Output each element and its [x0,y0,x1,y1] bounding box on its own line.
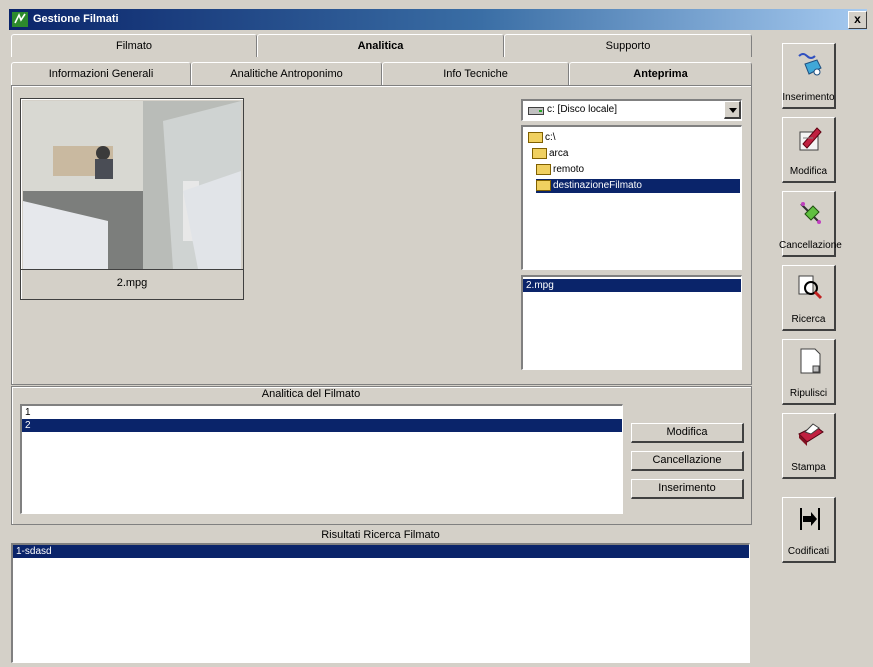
codify-icon [800,508,820,530]
title-bar: Gestione Filmati x [9,9,867,30]
modifica-button[interactable]: Modifica [782,117,836,183]
analitica-title: Analitica del Filmato [261,388,361,400]
file-list[interactable]: 2.mpg [521,275,742,370]
printer-icon [798,423,824,446]
app-icon [12,12,28,27]
analitica-cancellazione-button[interactable]: Cancellazione [631,451,744,471]
edit-icon [799,127,822,151]
window-title: Gestione Filmati [33,13,119,25]
ricerca-button[interactable]: Ricerca [782,265,836,331]
search-icon [798,275,823,300]
preview-file-label: 2.mpg [116,277,148,289]
cancellazione-button[interactable]: Cancellazione [779,191,842,257]
tab-analitiche-antroponimo[interactable]: Analitiche Antroponimo [191,62,382,85]
analitica-list[interactable]: 1 2 [20,404,623,514]
risultati-list[interactable]: 1-sdasd [11,543,750,663]
tab-info-tecniche[interactable]: Info Tecniche [382,62,569,85]
folder-open-icon [536,163,551,175]
drive-select-value: c: [Disco locale] [547,104,618,115]
folder-item-selected[interactable]: destinazioneFilmato [536,179,740,193]
list-item[interactable]: 1 [22,406,622,419]
folder-open-icon [528,131,543,143]
delete-icon [800,202,821,224]
clear-icon [800,348,821,374]
drive-icon [528,107,544,115]
video-thumbnail[interactable] [23,101,241,269]
folder-item[interactable]: c:\ [528,131,556,145]
stampa-button[interactable]: Stampa [782,413,836,479]
close-button[interactable]: x [848,11,867,29]
video-preview-frame: 2.mpg [20,98,244,300]
inserimento-button[interactable]: Inserimento [782,43,836,109]
folder-item[interactable]: arca [532,147,568,161]
folder-item[interactable]: remoto [536,163,584,177]
analitica-modifica-button[interactable]: Modifica [631,423,744,443]
folder-open-icon [536,179,551,191]
insert-icon [798,53,822,76]
file-item[interactable]: 2.mpg [523,279,741,292]
list-item[interactable]: 2 [22,419,622,432]
tab-anteprima[interactable]: Anteprima [569,62,752,85]
tab-informazioni-generali[interactable]: Informazioni Generali [11,62,191,85]
codificati-button[interactable]: Codificati [782,497,836,563]
analitica-inserimento-button[interactable]: Inserimento [631,479,744,499]
folder-open-icon [532,147,547,159]
tab-analitica[interactable]: Analitica [257,34,504,57]
drive-select[interactable]: c: [Disco locale] [521,99,742,121]
tab-filmato[interactable]: Filmato [11,34,257,57]
folder-tree[interactable]: c:\ arca remoto destinazioneFilmato [521,125,742,270]
chevron-down-icon [729,108,737,113]
list-item[interactable]: 1-sdasd [13,545,749,558]
ripulisci-button[interactable]: Ripulisci [782,339,836,405]
risultati-title: Risultati Ricerca Filmato [321,529,440,541]
drive-dropdown-button[interactable] [724,101,741,119]
tab-supporto[interactable]: Supporto [504,34,752,57]
